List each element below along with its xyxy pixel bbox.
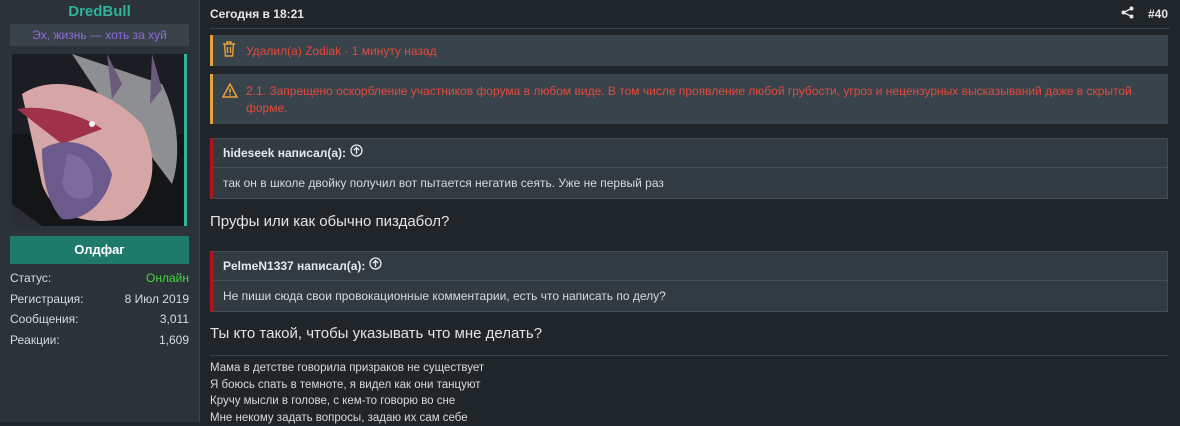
stat-status: Статус: Онлайн — [10, 268, 189, 289]
stat-value[interactable]: 3,011 — [160, 309, 189, 330]
deleted-notice: Удалил(а) Zodiak · 1 минуту назад — [210, 35, 1168, 66]
quote-header[interactable]: hideseek написал(а): — [213, 139, 1167, 167]
stat-value: Онлайн — [146, 268, 189, 289]
warning-triangle-icon — [222, 83, 240, 103]
post-header: Сегодня в 18:21 #40 — [210, 0, 1170, 29]
reply-text: Пруфы или как обычно пиздабол? — [210, 202, 1170, 242]
signature-line: Кручу мысли в голове, с кем-то говорю во… — [210, 393, 1168, 410]
deleted-notice-text: Удалил(а) Zodiak · 1 минуту назад — [246, 44, 437, 58]
arrow-up-circle-icon[interactable] — [350, 139, 363, 167]
stat-value: 8 Июл 2019 — [125, 289, 189, 310]
quote-text: Не пиши сюда свои провокационные коммент… — [213, 280, 1167, 311]
user-stats: Статус: Онлайн Регистрация: 8 Июл 2019 С… — [10, 268, 189, 351]
warning-notice-text: 2.1. Запрещено оскорбление участников фо… — [246, 83, 1158, 117]
quote-block: PelmeN1337 написал(а): Не пиши сюда свои… — [210, 251, 1168, 312]
stat-label: Статус: — [10, 268, 51, 289]
signature-line: Мне некому задать вопросы, задаю их сам … — [210, 410, 1168, 426]
stat-label: Реакции: — [10, 330, 60, 351]
signature-line: Я боюсь спать в темноте, я видел как они… — [210, 377, 1168, 394]
quote-author[interactable]: hideseek написал(а): — [223, 139, 346, 167]
post-content: Сегодня в 18:21 #40 Удалил(а) Zodiak · 1… — [200, 0, 1180, 422]
stat-registration: Регистрация: 8 Июл 2019 — [10, 289, 189, 310]
trash-icon — [222, 41, 240, 60]
forum-post: DredBull Эх, жизнь — хоть за хуй Олдфаг — [0, 0, 1180, 422]
user-panel: DredBull Эх, жизнь — хоть за хуй Олдфаг — [0, 0, 200, 422]
username[interactable]: DredBull — [10, 2, 189, 22]
quote-block: hideseek написал(а): так он в школе двой… — [210, 138, 1168, 199]
warning-notice: 2.1. Запрещено оскорбление участников фо… — [210, 74, 1168, 124]
signature-line: Мама в детстве говорила призраков не сущ… — [210, 360, 1168, 377]
stat-value[interactable]: 1,609 — [159, 330, 189, 351]
reply-text: Ты кто такой, чтобы указывать что мне де… — [210, 313, 1170, 355]
signature: Мама в детстве говорила призраков не сущ… — [210, 355, 1168, 426]
stat-label: Сообщения: — [10, 309, 78, 330]
stat-reactions: Реакции: 1,609 — [10, 330, 189, 351]
user-title: Эх, жизнь — хоть за хуй — [10, 24, 189, 46]
stat-messages: Сообщения: 3,011 — [10, 309, 189, 330]
post-timestamp[interactable]: Сегодня в 18:21 — [210, 7, 304, 21]
stat-label: Регистрация: — [10, 289, 83, 310]
post-number[interactable]: #40 — [1148, 7, 1168, 21]
quote-author[interactable]: PelmeN1337 написал(а): — [223, 252, 365, 280]
quote-text: так он в школе двойку получил вот пытает… — [213, 167, 1167, 198]
user-rank-badge: Олдфаг — [10, 236, 189, 264]
quote-header[interactable]: PelmeN1337 написал(а): — [213, 252, 1167, 280]
avatar[interactable] — [12, 54, 187, 226]
arrow-up-circle-icon[interactable] — [369, 252, 382, 280]
share-icon[interactable] — [1121, 6, 1134, 22]
